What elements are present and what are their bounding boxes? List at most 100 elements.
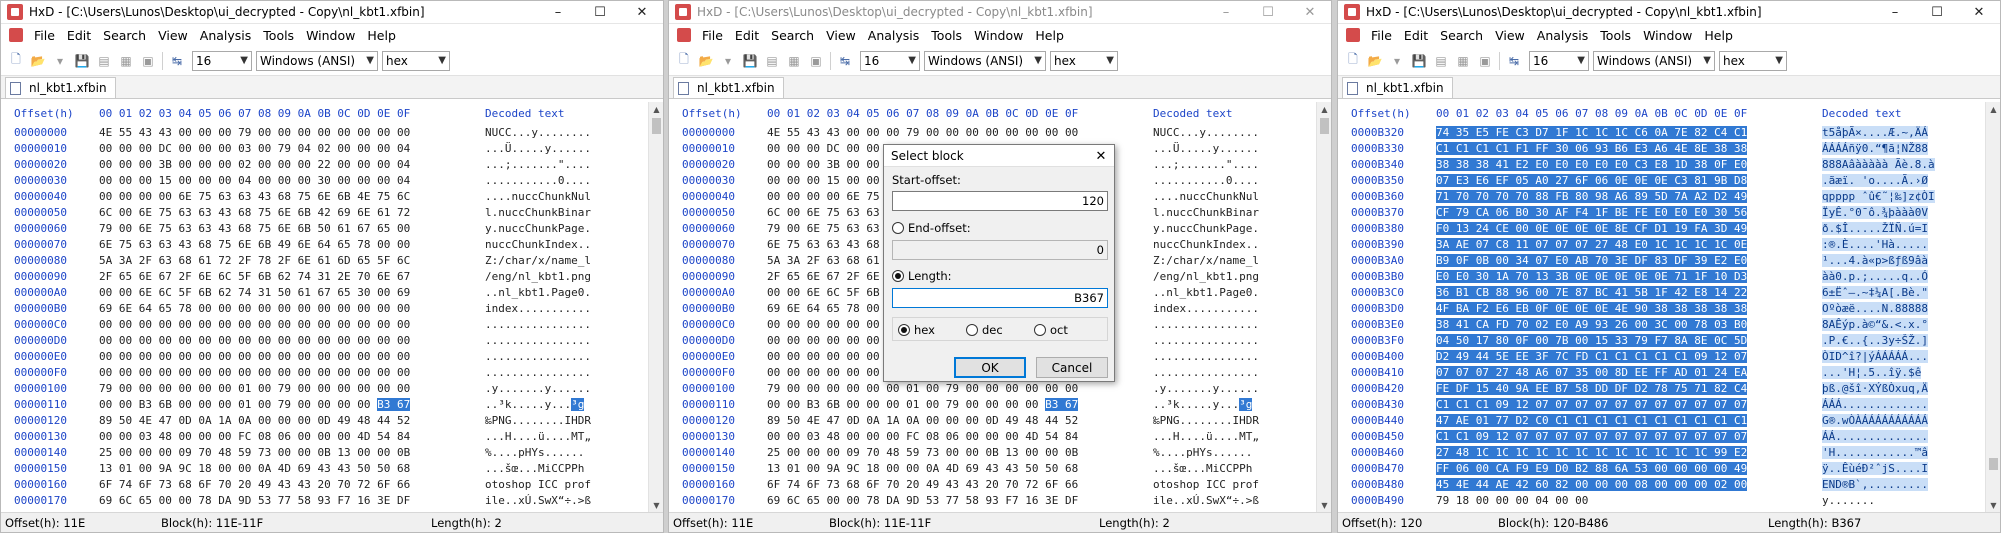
hex-bytes[interactable]: 07 E3 E6 EF 05 A0 27 6F 06 0E 0E 0E C3 8… xyxy=(1436,174,1748,187)
menu-help[interactable]: Help xyxy=(1029,28,1070,43)
decoded-text[interactable]: ...šœ...MiCCPPh xyxy=(1153,462,1252,475)
hex-bytes[interactable]: 13 01 00 9A 9C 18 00 00 0A 4D 69 43 43 5… xyxy=(767,462,1078,475)
menu-tools[interactable]: Tools xyxy=(925,28,968,43)
decoded-text[interactable]: 888Aâààààà Ãè.8.à xyxy=(1822,158,1935,171)
mode-select[interactable]: hex ▼ xyxy=(1719,50,1787,71)
selected-text[interactable]: ÁÁ.............. xyxy=(1822,430,1928,443)
menu-analysis[interactable]: Analysis xyxy=(194,28,258,43)
decoded-text[interactable]: ...šœ...MiCCPPh xyxy=(485,462,584,475)
selected-text[interactable]: ...'H¦.5..îÿ.$ê xyxy=(1822,366,1922,379)
selected-bytes[interactable]: 04 50 17 80 0F 00 7B 00 15 33 79 F7 8A 8… xyxy=(1436,334,1748,347)
selected-text[interactable]: Oºòæë....N.88888 xyxy=(1822,302,1928,315)
selected-bytes[interactable]: 71 70 70 70 70 88 FB 80 98 A6 89 5D 7A A… xyxy=(1436,190,1748,203)
selected-bytes[interactable]: 45 4E 44 AE 42 60 82 00 00 00 08 00 00 0… xyxy=(1436,478,1748,491)
close-button[interactable]: ✕ xyxy=(1289,1,1331,23)
decoded-text[interactable]: ................ xyxy=(485,334,591,347)
hex-bytes[interactable]: 2F 65 6E 67 2F 6E 6C 5F 6B 62 74 31 2E 7… xyxy=(99,270,410,283)
decoded-text[interactable]: ÁÁ.............. xyxy=(1822,430,1928,443)
hex-bytes-plain[interactable]: 00 00 B3 6B 00 00 00 01 00 79 00 00 00 0… xyxy=(99,398,371,411)
tool-icon[interactable]: ▤ xyxy=(763,52,781,70)
decoded-text[interactable]: ....nuccChunkNul xyxy=(485,190,591,203)
save-icon[interactable]: 💾 xyxy=(1410,52,1428,70)
menu-search[interactable]: Search xyxy=(1434,28,1489,43)
selected-bytes[interactable]: 38 41 CA FD 70 02 E0 A9 93 26 00 3C 00 7… xyxy=(1436,318,1748,331)
decoded-text[interactable]: ÁÁÁ............. xyxy=(1822,398,1928,411)
decoded-text[interactable]: ...;.......".... xyxy=(1153,158,1259,171)
selected-bytes[interactable]: FE DF 15 40 9A EE B7 58 DD DF D2 78 75 7… xyxy=(1436,382,1748,395)
selected-text[interactable]: 'H............™â xyxy=(1822,446,1928,459)
hex-bytes[interactable]: 25 00 00 00 09 70 48 59 73 00 00 0B 13 0… xyxy=(767,446,1078,459)
bytes-per-row-select[interactable]: 16 ▼ xyxy=(192,50,252,71)
menu-edit[interactable]: Edit xyxy=(1398,28,1434,43)
hex-bytes[interactable]: CF 79 CA 06 B0 30 AF F4 1F BE FE E0 E0 E… xyxy=(1436,206,1748,219)
decoded-plain[interactable]: ..³k.....y... xyxy=(1153,398,1239,411)
menu-search[interactable]: Search xyxy=(97,28,152,43)
scroll-down-icon[interactable]: ▼ xyxy=(1986,498,2000,512)
selected-bytes[interactable]: 47 AE 01 77 D2 C0 C1 C1 C1 C1 C1 C1 C1 C… xyxy=(1436,414,1748,427)
scrollbar-thumb[interactable] xyxy=(1320,118,1329,134)
new-file-icon[interactable]: 🗋 xyxy=(1344,52,1362,70)
selected-bytes[interactable]: B9 0F 0B 00 34 07 E0 AB 70 3E DF 83 DF 3… xyxy=(1436,254,1748,267)
radix-hex-radio[interactable]: hex xyxy=(898,323,935,337)
decoded-text[interactable]: .ãæï. 'o....Ã.›Ø xyxy=(1822,174,1928,187)
hex-bytes[interactable]: 38 38 38 41 E2 E0 E0 E0 E0 E0 C3 E8 1D 3… xyxy=(1436,158,1748,171)
selected-bytes[interactable]: 27 48 1C 1C 1C 1C 1C 1C 1C 1C 1C 1C 1C 1… xyxy=(1436,446,1748,459)
decoded-text[interactable]: ...'H¦.5..îÿ.$ê xyxy=(1822,366,1922,379)
selected-text[interactable]: ÁÁÁÁñÿ0.“¶ã¦NŽ88 xyxy=(1822,142,1928,155)
selected-bytes[interactable]: 36 B1 CB 88 96 00 7E 87 BC 41 5B 1F 42 E… xyxy=(1436,286,1748,299)
decoded-text[interactable]: ile..xÚ.SwX“÷.>ß xyxy=(1153,494,1259,507)
hex-bytes[interactable]: 13 01 00 9A 9C 18 00 00 0A 4D 69 43 43 5… xyxy=(99,462,410,475)
open-file-icon[interactable]: 📂 xyxy=(1366,52,1384,70)
menu-search[interactable]: Search xyxy=(765,28,820,43)
selected-text[interactable]: àà0.p.;.....q..Ó xyxy=(1822,270,1928,283)
dropdown-arrow-icon[interactable]: ▾ xyxy=(51,52,69,70)
hex-bytes[interactable]: 04 50 17 80 0F 00 7B 00 15 33 79 F7 8A 8… xyxy=(1436,334,1748,347)
scroll-down-icon[interactable]: ▼ xyxy=(1317,498,1331,512)
scroll-up-icon[interactable]: ▲ xyxy=(649,102,663,116)
menu-help[interactable]: Help xyxy=(361,28,402,43)
tab-file[interactable]: nl_kbt1.xfbin xyxy=(1342,77,1453,98)
decoded-text[interactable]: ................ xyxy=(485,350,591,363)
dropdown-arrow-icon[interactable]: ▾ xyxy=(1388,52,1406,70)
menu-file[interactable]: File xyxy=(696,28,729,43)
hex-bytes[interactable]: 00 00 6E 6C 5F 6B 62 74 31 50 61 67 65 3… xyxy=(99,286,410,299)
selected-bytes[interactable]: 07 E3 E6 EF 05 A0 27 6F 06 0E 0E 0E C3 8… xyxy=(1436,174,1748,187)
selected-text[interactable]: .ãæï. 'o....Ã.›Ø xyxy=(1822,174,1928,187)
hex-bytes[interactable]: 00 00 00 DC 00 00 00 03 00 79 04 02 00 0… xyxy=(99,142,410,155)
scrollbar-thumb[interactable] xyxy=(652,118,661,134)
decoded-text[interactable]: ................ xyxy=(1153,350,1259,363)
hex-bytes[interactable]: 69 6E 64 65 78 00 00 00 00 00 00 00 00 0… xyxy=(99,302,410,315)
hex-bytes[interactable]: 25 00 00 00 09 70 48 59 73 00 00 0B 13 0… xyxy=(99,446,410,459)
selected-text[interactable]: ÁÁÁ............. xyxy=(1822,398,1928,411)
menu-window[interactable]: Window xyxy=(300,28,361,43)
new-file-icon[interactable]: 🗋 xyxy=(7,52,25,70)
close-button[interactable]: ✕ xyxy=(621,1,663,23)
decoded-text[interactable]: 8AÊýp.à©“&.<.x.° xyxy=(1822,318,1928,331)
hex-bytes[interactable]: 5A 3A 2F 63 68 61 72 2F 78 2F 6E 61 6D 6… xyxy=(99,254,410,267)
vertical-scrollbar[interactable]: ▲ ▼ xyxy=(1985,102,2000,512)
selected-text[interactable]: ÿ..ÊùéÐ²ˆjS....I xyxy=(1822,462,1928,475)
decoded-text[interactable]: y.nuccChunkPage. xyxy=(1153,222,1259,235)
decoded-text[interactable]: nuccChunkIndex.. xyxy=(1153,238,1259,251)
decoded-text[interactable]: ile..xÚ.SwX“÷.>ß xyxy=(485,494,591,507)
open-file-icon[interactable]: 📂 xyxy=(29,52,47,70)
decoded-text[interactable]: ‰PNG........IHDR xyxy=(1153,414,1259,427)
hex-bytes[interactable]: 74 35 E5 FE C3 D7 1F 1C 1C 1C C6 0A 7E 8… xyxy=(1436,126,1748,139)
hex-bytes[interactable]: 6E 75 63 63 43 68 75 6E 6B 49 6E 64 65 7… xyxy=(99,238,410,251)
selected-text[interactable]: .P.€..{..3y÷ŠŽ.] xyxy=(1822,334,1928,347)
decoded-text[interactable]: y....... xyxy=(1822,494,1875,507)
menu-edit[interactable]: Edit xyxy=(729,28,765,43)
length-radio[interactable]: Length: xyxy=(892,269,952,283)
vertical-scrollbar[interactable]: ▲ ▼ xyxy=(1316,102,1331,512)
decoded-text[interactable]: NUCC...y........ xyxy=(485,126,591,139)
save-icon[interactable]: 💾 xyxy=(741,52,759,70)
hex-bytes-plain[interactable]: 00 00 B3 6B 00 00 00 01 00 79 00 00 00 0… xyxy=(767,398,1039,411)
selected-text[interactable]: ³g xyxy=(1239,398,1253,411)
hex-bytes[interactable]: 00 00 B3 6B 00 00 00 01 00 79 00 00 00 0… xyxy=(767,398,1079,411)
menu-window[interactable]: Window xyxy=(968,28,1029,43)
decoded-text[interactable]: 6±Ëˆ–.~‡¼A[.Bè." xyxy=(1822,286,1928,299)
selected-text[interactable]: G®.wÒÀÁÁÁÁÁÁÁÁÁÁ xyxy=(1822,414,1928,427)
menu-view[interactable]: View xyxy=(1489,28,1531,43)
decoded-text[interactable]: ÿ..ÊùéÐ²ˆjS....I xyxy=(1822,462,1928,475)
charset-select[interactable]: Windows (ANSI) ▼ xyxy=(924,50,1046,71)
